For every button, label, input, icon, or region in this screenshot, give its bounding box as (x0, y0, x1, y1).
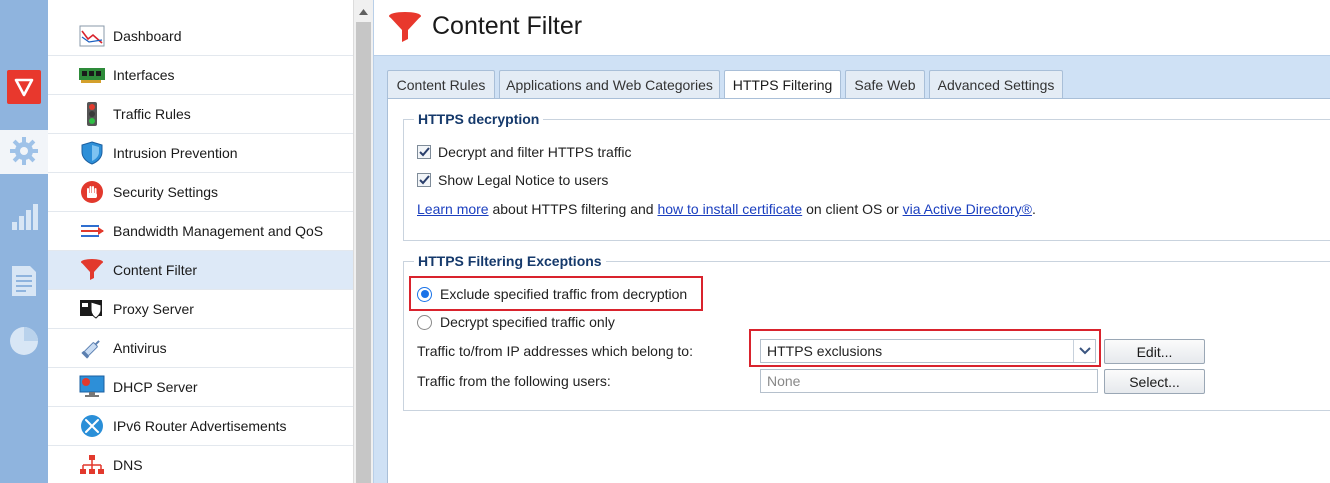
ip-addresses-label: Traffic to/from IP addresses which belon… (417, 343, 693, 359)
nav-item-dhcp-server[interactable]: DHCP Server (48, 368, 353, 407)
page-header: Content Filter (374, 0, 1330, 56)
install-certificate-link[interactable]: how to install certificate (657, 201, 802, 217)
main-area: Content Filter Content Rules Application… (373, 0, 1330, 483)
log-document-icon (10, 265, 38, 300)
shield-logo-icon (7, 69, 41, 107)
https-exceptions-group: HTTPS Filtering Exceptions Exclude speci… (403, 253, 1330, 411)
tab-safe-web[interactable]: Safe Web (845, 70, 925, 98)
checkbox-label: Show Legal Notice to users (438, 172, 609, 188)
checkbox-label: Decrypt and filter HTTPS traffic (438, 144, 632, 160)
nav-label: Traffic Rules (113, 106, 191, 122)
nav-item-security-settings[interactable]: Security Settings (48, 173, 353, 212)
shield-icon (79, 140, 105, 166)
network-card-icon (79, 62, 105, 88)
radio-label: Exclude specified traffic from decryptio… (440, 286, 688, 302)
gear-icon (8, 135, 40, 170)
traffic-light-icon (79, 101, 105, 127)
nav-label: Interfaces (113, 67, 175, 83)
ip-group-select[interactable]: HTTPS exclusions (760, 339, 1096, 363)
group-title: HTTPS decryption (414, 111, 544, 127)
rail-configuration[interactable] (0, 130, 48, 174)
nav-label: Content Filter (113, 262, 198, 278)
section-nav: Dashboard Interfaces Traffic Rules Intru… (48, 0, 353, 483)
nav-label: Dashboard (113, 28, 182, 44)
rail-reports[interactable] (0, 320, 48, 364)
nav-label: DNS (113, 457, 143, 473)
radio-label: Decrypt specified traffic only (440, 314, 615, 330)
info-text: about HTTPS filtering and (488, 201, 658, 217)
nav-item-dns[interactable]: DNS (48, 446, 353, 483)
nav-label: Security Settings (113, 184, 219, 200)
users-label: Traffic from the following users: (417, 373, 611, 389)
nav-item-dashboard[interactable]: Dashboard (48, 17, 353, 56)
nav-label: Antivirus (113, 340, 167, 356)
app-window: Dashboard Interfaces Traffic Rules Intru… (0, 0, 1330, 483)
bar-chart-icon (9, 202, 39, 235)
https-info-line: Learn more about HTTPS filtering and how… (417, 201, 1036, 217)
page-title: Content Filter (432, 12, 583, 40)
scroll-thumb[interactable] (356, 22, 371, 483)
funnel-icon (79, 257, 105, 283)
https-decryption-group: HTTPS decryption Decrypt and filter HTTP… (403, 111, 1330, 241)
nav-label: Intrusion Prevention (113, 145, 238, 161)
dns-tree-icon (79, 452, 105, 478)
decrypt-https-row: Decrypt and filter HTTPS traffic (417, 144, 631, 160)
decrypt-https-checkbox[interactable] (417, 145, 431, 159)
tab-applications-web-categories[interactable]: Applications and Web Categories (499, 70, 720, 98)
exclude-traffic-radio[interactable] (417, 286, 432, 302)
decrypt-only-row: Decrypt specified traffic only (417, 314, 615, 330)
bandwidth-arrows-icon (79, 218, 105, 244)
nav-item-antivirus[interactable]: Antivirus (48, 329, 353, 368)
nav-item-intrusion-prevention[interactable]: Intrusion Prevention (48, 134, 353, 173)
nav-item-bandwidth-management[interactable]: Bandwidth Management and QoS (48, 212, 353, 251)
users-input[interactable] (760, 369, 1098, 393)
chevron-down-icon[interactable] (1073, 340, 1095, 362)
dashboard-icon (79, 23, 105, 49)
proxy-server-icon (79, 296, 105, 322)
exclude-traffic-row: Exclude specified traffic from decryptio… (417, 286, 687, 302)
stop-hand-icon (79, 179, 105, 205)
funnel-icon (388, 11, 422, 48)
info-text: . (1031, 201, 1036, 217)
chevron-up-icon (359, 2, 368, 18)
group-title: HTTPS Filtering Exceptions (414, 253, 606, 269)
legal-notice-checkbox[interactable] (417, 173, 431, 187)
edit-ip-group-button[interactable]: Edit... (1104, 339, 1205, 364)
learn-more-link[interactable]: Learn more (417, 201, 489, 217)
nav-item-proxy-server[interactable]: Proxy Server (48, 290, 353, 329)
module-rail (0, 0, 48, 483)
nav-item-ipv6-router-advertisements[interactable]: IPv6 Router Advertisements (48, 407, 353, 446)
nav-label: DHCP Server (113, 379, 198, 395)
nav-item-content-filter[interactable]: Content Filter (48, 251, 353, 290)
nav-item-interfaces[interactable]: Interfaces (48, 56, 353, 95)
tab-advanced-settings[interactable]: Advanced Settings (929, 70, 1063, 98)
select-users-button[interactable]: Select... (1104, 369, 1205, 394)
tab-panel-https-filtering: HTTPS decryption Decrypt and filter HTTP… (387, 98, 1330, 483)
nav-scrollbar[interactable] (353, 0, 373, 483)
nav-item-traffic-rules[interactable]: Traffic Rules (48, 95, 353, 134)
pie-chart-icon (8, 325, 40, 360)
select-value: HTTPS exclusions (767, 343, 883, 359)
scroll-up-button[interactable] (354, 0, 373, 20)
nav-label: Proxy Server (113, 301, 194, 317)
decrypt-only-radio[interactable] (417, 314, 432, 330)
rail-logo[interactable] (0, 66, 48, 110)
tab-content-rules[interactable]: Content Rules (387, 70, 495, 98)
syringe-icon (79, 335, 105, 361)
rail-status[interactable] (0, 196, 48, 240)
legal-notice-row: Show Legal Notice to users (417, 172, 608, 188)
ipv6-router-icon (79, 413, 105, 439)
rail-logs[interactable] (0, 260, 48, 304)
nav-label: Bandwidth Management and QoS (113, 223, 324, 239)
info-text: on client OS or (802, 201, 903, 217)
active-directory-link[interactable]: via Active Directory® (903, 201, 1032, 217)
nav-label: IPv6 Router Advertisements (113, 418, 287, 434)
tab-https-filtering[interactable]: HTTPS Filtering (724, 70, 841, 99)
dhcp-monitor-icon (79, 374, 105, 400)
